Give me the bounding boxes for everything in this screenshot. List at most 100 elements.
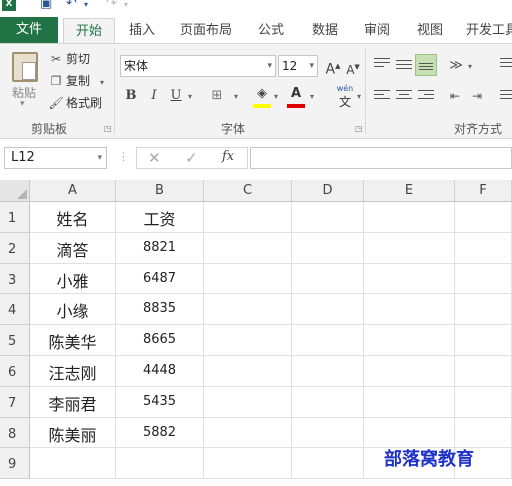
- select-all-button[interactable]: [0, 180, 30, 202]
- grid-cell[interactable]: [292, 417, 364, 449]
- row-header[interactable]: 6: [0, 356, 30, 387]
- italic-button[interactable]: I: [145, 86, 163, 106]
- row-header[interactable]: 5: [0, 325, 30, 356]
- grid-cell[interactable]: [204, 448, 292, 480]
- grid-cell[interactable]: [364, 325, 455, 356]
- tab-file[interactable]: 文件: [0, 17, 58, 43]
- grid-cell[interactable]: 8821: [116, 232, 204, 264]
- decrease-indent-icon[interactable]: ⇤: [446, 86, 464, 106]
- grid-cell[interactable]: 5435: [116, 386, 204, 418]
- grid-cell[interactable]: 小缘: [30, 294, 116, 326]
- bold-button[interactable]: B: [122, 86, 140, 106]
- grid-cell[interactable]: [364, 232, 455, 264]
- cut-button[interactable]: ✂ 剪切: [48, 50, 90, 67]
- grid-cell[interactable]: [455, 386, 512, 418]
- undo-dropdown-icon[interactable]: ▾: [84, 0, 88, 9]
- tab-review[interactable]: 审阅: [359, 18, 395, 43]
- align-right-icon[interactable]: [418, 90, 434, 104]
- align-left-icon[interactable]: [374, 90, 390, 104]
- formula-input[interactable]: [250, 147, 512, 169]
- grid-cell[interactable]: [364, 356, 455, 387]
- grid-cell[interactable]: [364, 386, 455, 418]
- grid-cell[interactable]: 小雅: [30, 263, 116, 295]
- format-painter-button[interactable]: 🖌 格式刷: [48, 94, 102, 111]
- tab-insert[interactable]: 插入: [124, 18, 160, 43]
- grid-cell[interactable]: [204, 325, 292, 356]
- tab-page-layout[interactable]: 页面布局: [176, 18, 236, 43]
- align-top-icon[interactable]: [374, 58, 390, 72]
- grid-cell[interactable]: [455, 417, 512, 449]
- grid-cell[interactable]: [292, 202, 364, 233]
- grid-cell[interactable]: [455, 202, 512, 233]
- tab-formulas[interactable]: 公式: [252, 18, 290, 43]
- column-header-f[interactable]: F: [455, 180, 512, 202]
- grid-cell[interactable]: [292, 448, 364, 480]
- redo-icon[interactable]: ↷: [106, 0, 117, 11]
- clipboard-launcher-icon[interactable]: ◳: [104, 124, 112, 133]
- save-icon[interactable]: ▣: [40, 0, 52, 11]
- grid-cell[interactable]: [455, 356, 512, 387]
- grid-cell[interactable]: [455, 294, 512, 326]
- cancel-icon[interactable]: ✕: [148, 149, 161, 167]
- align-bottom-icon[interactable]: [415, 54, 437, 76]
- row-header[interactable]: 7: [0, 386, 30, 418]
- grid-cell[interactable]: 5882: [116, 417, 204, 449]
- tab-view[interactable]: 视图: [412, 18, 448, 43]
- grid-cell[interactable]: [292, 325, 364, 356]
- grid-cell[interactable]: 陈美丽: [30, 417, 116, 449]
- row-header[interactable]: 2: [0, 232, 30, 264]
- grid-cell[interactable]: [364, 202, 455, 233]
- column-header-a[interactable]: A: [30, 180, 116, 202]
- merge-center-icon[interactable]: [500, 90, 512, 104]
- borders-dropdown-icon[interactable]: ▾: [234, 92, 238, 101]
- grid-cell[interactable]: [364, 263, 455, 295]
- paste-dropdown-icon[interactable]: ▾: [20, 99, 25, 109]
- grid-cell[interactable]: [116, 448, 204, 480]
- tab-developer[interactable]: 开发工具: [466, 18, 512, 43]
- column-header-d[interactable]: D: [292, 180, 364, 202]
- insert-function-icon[interactable]: fx: [222, 149, 234, 164]
- phonetic-guide-button[interactable]: wén 文: [333, 84, 357, 110]
- column-header-c[interactable]: C: [204, 180, 292, 202]
- grid-cell[interactable]: [30, 448, 116, 480]
- grid-cell[interactable]: [292, 386, 364, 418]
- font-size-combo[interactable]: 12 ▾: [278, 55, 318, 77]
- copy-button[interactable]: ❐ 复制 ▾: [48, 72, 104, 89]
- grid-cell[interactable]: [455, 232, 512, 264]
- grid-cell[interactable]: 工资: [116, 202, 204, 233]
- grid-cell[interactable]: [204, 386, 292, 418]
- grid-cell[interactable]: [455, 263, 512, 295]
- tab-home[interactable]: 开始: [63, 18, 115, 43]
- grid-cell[interactable]: 李丽君: [30, 386, 116, 418]
- grid-cell[interactable]: 姓名: [30, 202, 116, 233]
- align-middle-icon[interactable]: [396, 60, 412, 74]
- redo-dropdown-icon[interactable]: ▾: [124, 0, 128, 9]
- borders-icon[interactable]: ⊞: [208, 86, 226, 106]
- grid-cell[interactable]: [204, 356, 292, 387]
- grid-cell[interactable]: 汪志刚: [30, 356, 116, 387]
- grid-cell[interactable]: 4448: [116, 356, 204, 387]
- grid-cell[interactable]: [292, 263, 364, 295]
- column-header-e[interactable]: E: [364, 180, 455, 202]
- underline-dropdown-icon[interactable]: ▾: [188, 92, 192, 101]
- column-header-b[interactable]: B: [116, 180, 204, 202]
- grid-cell[interactable]: 滴答: [30, 232, 116, 264]
- grow-font-button[interactable]: A▲: [324, 56, 342, 78]
- font-color-icon[interactable]: A: [287, 84, 305, 104]
- row-header[interactable]: 4: [0, 294, 30, 326]
- font-color-dropdown-icon[interactable]: ▾: [310, 92, 314, 101]
- grid-cell[interactable]: 8835: [116, 294, 204, 326]
- grid-cell[interactable]: [364, 294, 455, 326]
- orientation-icon[interactable]: ≫: [447, 56, 465, 76]
- enter-icon[interactable]: ✓: [185, 149, 198, 167]
- row-header[interactable]: 1: [0, 202, 30, 233]
- shrink-font-button[interactable]: A▼: [344, 57, 362, 77]
- wrap-text-icon[interactable]: [500, 58, 512, 72]
- grid-cell[interactable]: [204, 263, 292, 295]
- font-name-combo[interactable]: 宋体 ▾: [120, 55, 276, 77]
- row-header[interactable]: 3: [0, 263, 30, 295]
- grid-cell[interactable]: [455, 325, 512, 356]
- align-center-icon[interactable]: [396, 90, 412, 104]
- name-box[interactable]: L12 ▾: [4, 147, 107, 169]
- grid-cell[interactable]: [292, 294, 364, 326]
